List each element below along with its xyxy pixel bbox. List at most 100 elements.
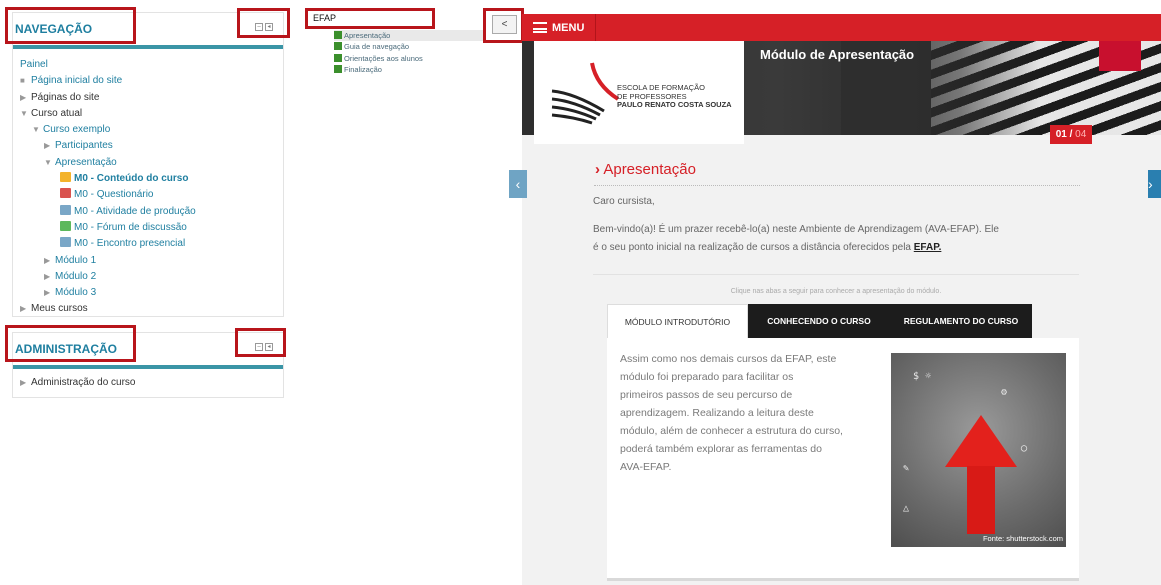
nav-home-link[interactable]: Página inicial do site xyxy=(31,75,122,86)
nav-activity-forum[interactable]: M0 - Fórum de discussão xyxy=(74,222,187,233)
photo-credit: Fonte: shutterstock.com xyxy=(982,534,1063,543)
nav-my-courses[interactable]: Meus cursos xyxy=(31,303,88,314)
course-topbar: MENU xyxy=(522,14,1161,41)
nav-activity-quiz[interactable]: M0 - Questionário xyxy=(74,189,153,200)
caret-down-icon[interactable]: ▼ xyxy=(32,122,43,138)
caret-right-icon[interactable]: ▶ xyxy=(44,138,55,154)
caret-down-icon[interactable]: ▼ xyxy=(44,155,55,171)
tab-text-line: módulo foi preparado para facilitar os xyxy=(620,371,794,383)
doodle-icon: ⚙ xyxy=(1001,387,1008,398)
tab-course-regulations[interactable]: REGULAMENTO DO CURSO xyxy=(890,304,1032,338)
tab-text-line: primeiros passos de seu percurso de xyxy=(620,389,793,401)
caret-right-icon[interactable]: ▶ xyxy=(20,375,31,391)
doodle-icon: ◯ xyxy=(1021,443,1028,454)
arrow-shaft xyxy=(967,466,995,534)
section-divider xyxy=(594,185,1080,186)
next-page-button[interactable]: › xyxy=(1148,170,1161,198)
assignment-icon xyxy=(60,237,71,248)
efap-item-finalization[interactable]: Finalização xyxy=(334,64,484,75)
content-bottom-bar xyxy=(607,578,1079,581)
nav-course-link[interactable]: Curso exemplo xyxy=(43,124,110,135)
intro-line-1: Bem-vindo(a)! É um prazer recebê-lo(a) n… xyxy=(593,224,999,235)
caret-right-icon[interactable]: ▶ xyxy=(44,285,55,301)
arrow-up-icon xyxy=(945,415,1017,467)
tab-text-line: poderá também explorar as ferramentas do xyxy=(620,443,822,455)
efap-item-presentation[interactable]: Apresentação xyxy=(334,30,484,42)
nav-presentation[interactable]: Apresentação xyxy=(55,157,117,168)
nav-participants[interactable]: Participantes xyxy=(55,140,113,151)
administration-tree: ▶ Administração do curso xyxy=(13,369,283,391)
assignment-icon xyxy=(60,204,71,215)
quiz-icon xyxy=(60,188,71,199)
logo-line-3: PAULO RENATO COSTA SOUZA xyxy=(617,100,732,109)
menu-label: MENU xyxy=(552,21,585,34)
intro-paragraph: Bem-vindo(a)! É um prazer recebê-lo(a) n… xyxy=(593,221,999,257)
efap-logo: ESCOLA DE FORMAÇÃO DE PROFESSORES PAULO … xyxy=(534,41,744,144)
tab-introductory-module[interactable]: MÓDULO INTRODUTÓRIO xyxy=(607,304,748,338)
content-divider xyxy=(593,274,1079,275)
caret-down-icon[interactable]: ▼ xyxy=(20,106,31,122)
tab-text-line: Assim como nos demais cursos da EFAP, es… xyxy=(620,353,837,365)
hide-icon[interactable]: ◂ xyxy=(265,23,273,31)
administration-block: ADMINISTRAÇÃO ▶ Administração do curso xyxy=(12,332,284,398)
intro-line-2: é o seu ponto inicial na realização de c… xyxy=(593,239,999,257)
nav-current-course[interactable]: Curso atual xyxy=(31,108,82,119)
menu-button[interactable]: MENU xyxy=(522,14,597,41)
navigation-tree: Painel ■ Página inicial do site ▶ Páginas … xyxy=(13,49,283,318)
collapse-toc-button[interactable]: < xyxy=(492,15,517,34)
doodle-icon: $ ☼ xyxy=(913,371,932,382)
tab-content-text: Assim como nos demais cursos da EFAP, es… xyxy=(620,350,880,476)
section-title: › Apresentação xyxy=(595,161,696,178)
dock-icon[interactable]: – xyxy=(255,23,263,31)
doodle-icon: ✎ xyxy=(903,463,910,474)
navigation-block-controls: – ◂ xyxy=(255,23,273,31)
chevron-right-icon: › xyxy=(595,161,600,178)
page-icon xyxy=(334,53,342,62)
nav-panel-link[interactable]: Painel xyxy=(20,59,48,70)
flag-canton xyxy=(1099,41,1141,71)
page-current: 01 xyxy=(1055,129,1067,140)
page-icon xyxy=(334,31,342,39)
dock-icon[interactable]: – xyxy=(255,343,263,351)
page-total: 04 xyxy=(1075,129,1087,140)
section-title-text: Apresentação xyxy=(603,161,696,178)
efap-link[interactable]: EFAP. xyxy=(914,242,942,253)
nav-activity-meeting[interactable]: M0 - Encontro presencial xyxy=(74,238,185,249)
tab-knowing-the-course[interactable]: CONHECENDO O CURSO xyxy=(748,304,890,338)
module-tabs: MÓDULO INTRODUTÓRIO CONHECENDO O CURSO R… xyxy=(607,304,1032,338)
administration-title: ADMINISTRAÇÃO xyxy=(15,342,117,356)
hamburger-icon xyxy=(533,22,547,33)
caret-right-icon[interactable]: ▶ xyxy=(20,90,31,106)
administration-block-header: ADMINISTRAÇÃO xyxy=(13,333,283,365)
efap-tree-title: EFAP xyxy=(313,13,337,23)
tab-text-line: aprendizagem. Realizando a leitura deste xyxy=(620,407,814,419)
navigation-title: NAVEGAÇÃO xyxy=(15,22,93,36)
admin-course-link[interactable]: Administração do curso xyxy=(31,377,136,388)
nav-activity-content[interactable]: M0 - Conteúdo do curso xyxy=(74,173,188,184)
hide-icon[interactable]: ◂ xyxy=(265,343,273,351)
efap-item-orientations[interactable]: Orientações aos alunos xyxy=(334,53,484,64)
tab-text-line: módulo, além de conhecer a estrutura do … xyxy=(620,425,843,437)
nav-module-3[interactable]: Módulo 3 xyxy=(55,287,96,298)
caret-right-icon[interactable]: ▶ xyxy=(44,253,55,269)
efap-item-guide[interactable]: Guia de navegação xyxy=(334,41,484,52)
banner-title: Módulo de Apresentação xyxy=(760,47,915,62)
nav-site-pages[interactable]: Páginas do site xyxy=(31,92,99,103)
tabs-hint: Clique nas abas a seguir para conhecer a… xyxy=(730,288,942,295)
navigation-block: NAVEGAÇÃO Painel ■ Página inicial do site… xyxy=(12,12,284,317)
efap-tree: Apresentação Guia de navegação Orientaçõ… xyxy=(334,30,484,76)
tab-text-line: AVA-EFAP. xyxy=(620,461,672,473)
nav-module-1[interactable]: Módulo 1 xyxy=(55,255,96,266)
caret-right-icon[interactable]: ▶ xyxy=(44,269,55,285)
navigation-block-header: NAVEGAÇÃO xyxy=(13,13,283,45)
caret-right-icon[interactable]: ▶ xyxy=(20,301,31,317)
nav-module-2[interactable]: Módulo 2 xyxy=(55,271,96,282)
greeting-text: Caro cursista, xyxy=(593,196,655,207)
intro-line-2-text: é o seu ponto inicial na realização de c… xyxy=(593,242,914,253)
nav-activity-production[interactable]: M0 - Atividade de produção xyxy=(74,206,196,217)
page-icon xyxy=(334,65,342,74)
bullet-icon: ■ xyxy=(20,76,25,86)
forum-icon xyxy=(60,220,71,231)
previous-page-button[interactable]: ‹ xyxy=(509,170,527,198)
arrow-photo: $ ☼ ⚙ ◯ ✎ △ Fonte: shutterstock.com xyxy=(891,353,1066,547)
